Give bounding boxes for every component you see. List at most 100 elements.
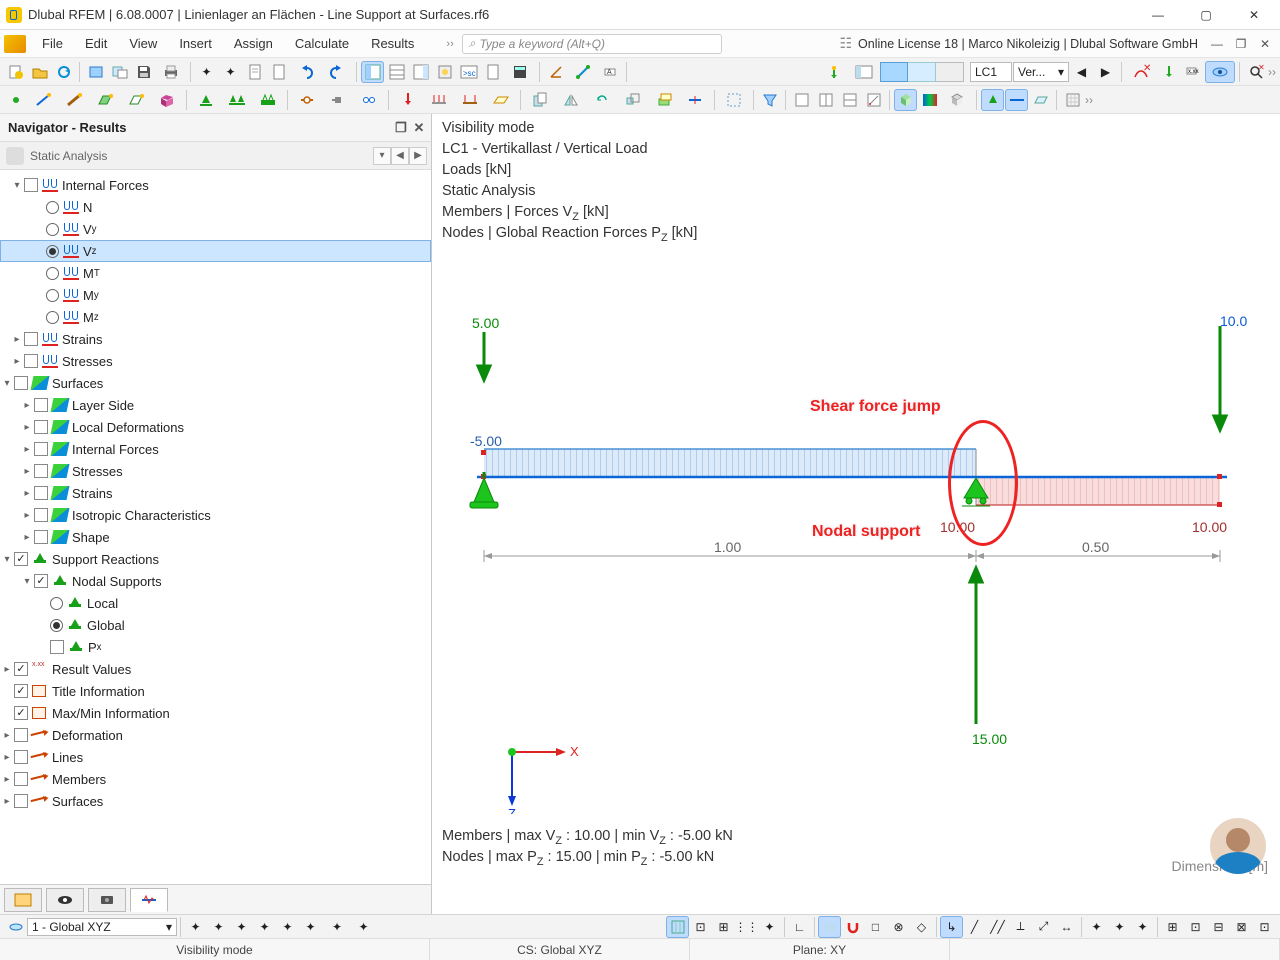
results-tree[interactable]: ▾Internal Forces N Vy Vz MT My Mz ▸Strai…	[0, 170, 431, 884]
menu-assign[interactable]: Assign	[224, 32, 283, 55]
t2-v3-button[interactable]	[838, 89, 861, 111]
tb-windows-button[interactable]	[108, 61, 131, 83]
tree-strains[interactable]: ▸Strains	[0, 328, 431, 350]
tree-nodal-supports[interactable]: ▾Nodal Supports	[0, 570, 431, 592]
bb-grid-button[interactable]	[666, 916, 689, 938]
t2-sload-button[interactable]	[486, 89, 516, 111]
t2-surfres-button[interactable]	[1029, 89, 1052, 111]
bb-d1[interactable]: ⊞	[1161, 916, 1184, 938]
tb-new-button[interactable]	[4, 61, 27, 83]
loadcase-id-combo[interactable]: LC1	[970, 62, 1012, 82]
tb-print-button[interactable]	[156, 61, 186, 83]
tb-doc1-button[interactable]	[243, 61, 266, 83]
t2-hinge-button[interactable]	[292, 89, 322, 111]
tb-panel-button[interactable]	[409, 61, 432, 83]
bb-osnap1[interactable]	[818, 916, 841, 938]
t2-memres-button[interactable]	[1005, 89, 1028, 111]
tree-if-mt[interactable]: MT	[0, 262, 431, 284]
t2-extrude-button[interactable]	[649, 89, 679, 111]
assistant-avatar[interactable]	[1210, 818, 1266, 874]
t2-iso-button[interactable]	[894, 89, 917, 111]
bb-8[interactable]: ✦	[352, 916, 375, 938]
bb-d2[interactable]: ⊡	[1184, 916, 1207, 938]
tree-if-mz[interactable]: Mz	[0, 306, 431, 328]
mdi-minimize-button[interactable]: ―	[1208, 35, 1226, 53]
tree-result-values[interactable]: ▸Result Values	[0, 658, 431, 680]
panel-close-button[interactable]: ✕	[411, 120, 427, 136]
bb-d5[interactable]: ⊡	[1253, 916, 1276, 938]
t2-line-button[interactable]	[28, 89, 58, 111]
panel-float-button[interactable]: ❐	[393, 120, 409, 136]
tb-next-lc-button[interactable]: ▶	[1094, 61, 1117, 83]
nav-tab-display[interactable]	[46, 888, 84, 912]
bb-5[interactable]: ✦	[276, 916, 299, 938]
tb-tag-button[interactable]: x.xx	[1181, 61, 1204, 83]
tree-if-n[interactable]: N	[0, 196, 431, 218]
bb-c2[interactable]: ✦	[1108, 916, 1131, 938]
bb-guide[interactable]: ↳	[940, 916, 963, 938]
tree-surfaces2[interactable]: ▸Surfaces	[0, 790, 431, 812]
bb-os3[interactable]: ⊗	[887, 916, 910, 938]
t2-contour-button[interactable]	[918, 89, 941, 111]
tb-report-button[interactable]	[481, 61, 504, 83]
menu-calculate[interactable]: Calculate	[285, 32, 359, 55]
tree-surf-shape[interactable]: ▸Shape	[0, 526, 431, 548]
nav-tab-results[interactable]	[130, 888, 168, 912]
bb-c3[interactable]: ✦	[1131, 916, 1154, 938]
tb-doc2-button[interactable]	[267, 61, 290, 83]
t2-surface-button[interactable]	[90, 89, 120, 111]
t2-divide-button[interactable]	[680, 89, 710, 111]
tree-internal-forces[interactable]: ▾Internal Forces	[0, 174, 431, 196]
bb-6[interactable]: ✦	[299, 916, 322, 938]
tree-surf-strains[interactable]: ▸Strains	[0, 482, 431, 504]
t2-lsupp-button[interactable]	[222, 89, 252, 111]
t2-rigid-button[interactable]	[323, 89, 353, 111]
tb-label-button[interactable]: A	[599, 61, 622, 83]
loadcase-name-combo[interactable]: Ver...▾	[1013, 62, 1069, 82]
t2-member-button[interactable]	[59, 89, 89, 111]
bb-2[interactable]: ✦	[207, 916, 230, 938]
overflow-icon[interactable]: ››	[446, 38, 453, 50]
bb-g3[interactable]: ⟂	[1009, 916, 1032, 938]
tree-surfaces[interactable]: ▾Surfaces	[0, 372, 431, 394]
t2-release-button[interactable]	[354, 89, 384, 111]
tb-prev-lc-button[interactable]: ◀	[1070, 61, 1093, 83]
bb-d4[interactable]: ⊠	[1230, 916, 1253, 938]
t2-v1-button[interactable]	[790, 89, 813, 111]
bb-3[interactable]: ✦	[230, 916, 253, 938]
bb-magnet[interactable]	[841, 916, 864, 938]
t2-nsupp2-button[interactable]	[981, 89, 1004, 111]
tree-if-vz[interactable]: Vz	[0, 240, 431, 262]
t2-rotate-button[interactable]	[587, 89, 617, 111]
tree-surf-localdef[interactable]: ▸Local Deformations	[0, 416, 431, 438]
t2-solid2-button[interactable]	[942, 89, 972, 111]
bb-snap2[interactable]: ⊞	[712, 916, 735, 938]
bb-snap3[interactable]: ⋮⋮	[735, 916, 758, 938]
tree-surf-stresses[interactable]: ▸Stresses	[0, 460, 431, 482]
bb-g4[interactable]: ⤢	[1032, 916, 1055, 938]
menu-results[interactable]: Results	[361, 32, 424, 55]
tb-preview-button[interactable]	[433, 61, 456, 83]
t2-copy-button[interactable]	[525, 89, 555, 111]
tree-surf-iso[interactable]: ▸Isotropic Characteristics	[0, 504, 431, 526]
close-button[interactable]: ✕	[1234, 1, 1274, 29]
t2-scale-button[interactable]	[618, 89, 648, 111]
tree-if-my[interactable]: My	[0, 284, 431, 306]
mdi-close-button[interactable]: ✕	[1256, 35, 1274, 53]
tb-find-button[interactable]: ✕	[1244, 61, 1267, 83]
t2-select-button[interactable]	[719, 89, 749, 111]
viewport[interactable]: Visibility mode LC1 - Vertikallast / Ver…	[432, 114, 1280, 914]
tree-deformation[interactable]: ▸Deformation	[0, 724, 431, 746]
tree-stresses[interactable]: ▸Stresses	[0, 350, 431, 372]
menu-edit[interactable]: Edit	[75, 32, 117, 55]
tb-measure-button[interactable]	[568, 61, 598, 83]
tree-lines[interactable]: ▸Lines	[0, 746, 431, 768]
t2-nload-button[interactable]	[393, 89, 423, 111]
tb-star2-button[interactable]: ✦	[219, 61, 242, 83]
tb-undo-button[interactable]	[291, 61, 321, 83]
tb-show-results-button[interactable]	[1205, 61, 1235, 83]
t2-filter-button[interactable]	[758, 89, 781, 111]
tb-refresh-button[interactable]	[52, 61, 75, 83]
tb-block-button[interactable]	[84, 61, 107, 83]
tb-redo-button[interactable]	[322, 61, 352, 83]
